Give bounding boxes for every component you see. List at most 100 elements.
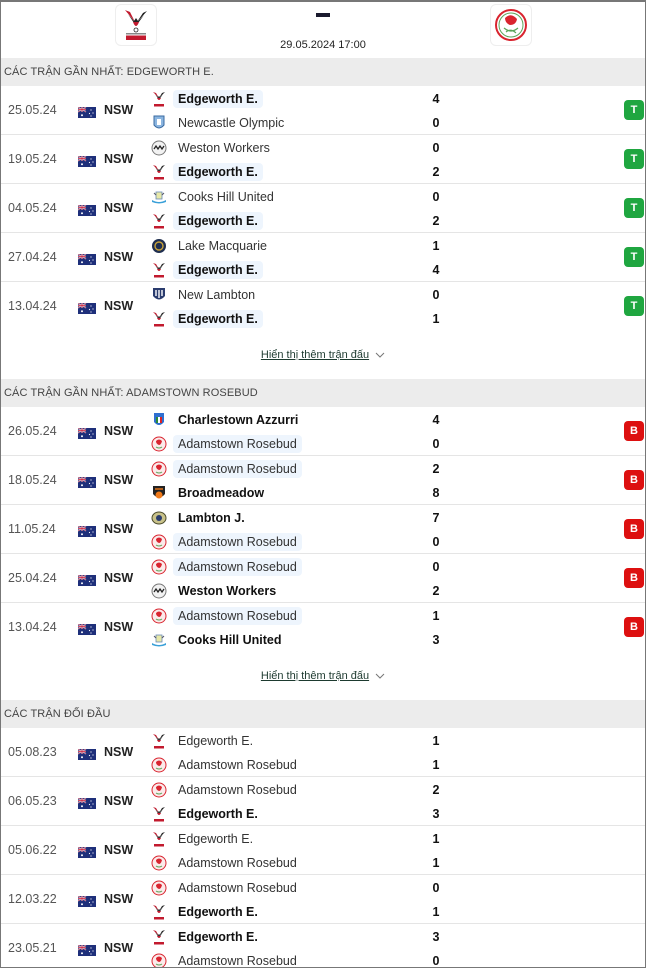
home-team[interactable]: Edgeworth E. [151, 88, 263, 110]
home-team[interactable]: Lake Macquarie [151, 235, 272, 257]
home-team[interactable]: Lambton J. [151, 507, 250, 529]
away-team[interactable]: Edgeworth E. [151, 210, 263, 232]
away-team[interactable]: Adamstown Rosebud [151, 531, 302, 553]
show-more-link[interactable]: Hiển thị thêm trận đấu [261, 670, 369, 682]
away-team[interactable]: Edgeworth E. [151, 161, 263, 183]
home-team-name[interactable]: Adamstown Rosebud [173, 460, 302, 478]
match-row[interactable]: 13.04.24 NSW Adamstown Rosebud 1 Cooks Hill … [1, 603, 645, 652]
away-team[interactable]: Adamstown Rosebud [151, 754, 302, 776]
away-team-name[interactable]: Edgeworth E. [173, 310, 263, 328]
australia-flag-icon [77, 426, 96, 439]
away-team[interactable]: Adamstown Rosebud [151, 852, 302, 874]
home-team-name[interactable]: Cooks Hill United [173, 188, 279, 206]
away-team-name[interactable]: Adamstown Rosebud [173, 435, 302, 453]
away-team-name[interactable]: Edgeworth E. [173, 903, 263, 921]
show-more-link[interactable]: Hiển thị thêm trận đấu [261, 349, 369, 361]
edgeworth-crest-icon [151, 164, 167, 180]
away-team-name[interactable]: Newcastle Olympic [173, 114, 289, 132]
match-date: 12.03.22 [8, 892, 57, 906]
chevron-down-icon[interactable] [375, 671, 385, 681]
home-team-name[interactable]: Lake Macquarie [173, 237, 272, 255]
home-team[interactable]: Adamstown Rosebud [151, 458, 302, 480]
away-team-name[interactable]: Edgeworth E. [173, 212, 263, 230]
away-team[interactable]: Edgeworth E. [151, 308, 263, 330]
weston-crest-icon [151, 583, 167, 599]
home-team-name[interactable]: Edgeworth E. [173, 732, 258, 750]
australia-flag-icon [77, 573, 96, 586]
australia-flag-icon [77, 943, 96, 956]
away-team-name[interactable]: Adamstown Rosebud [173, 533, 302, 551]
home-team-name[interactable]: Adamstown Rosebud [173, 607, 302, 625]
match-date: 25.04.24 [8, 571, 57, 585]
home-team-name[interactable]: Lambton J. [173, 509, 250, 527]
home-team[interactable]: Weston Workers [151, 137, 275, 159]
home-team-name[interactable]: Weston Workers [173, 139, 275, 157]
match-row[interactable]: 13.04.24 NSW New Lambton 0 Edgeworth E. 1 T [1, 282, 645, 331]
match-row[interactable]: 04.05.24 NSW Cooks Hill United 0 Edgeworth E… [1, 184, 645, 233]
match-row[interactable]: 25.05.24 NSW Edgeworth E. 4 Newcastle Olympi… [1, 86, 645, 135]
away-score: 1 [432, 905, 440, 919]
match-row[interactable]: 23.05.21 NSW Edgeworth E. 3 Adamstown Rosebu… [1, 924, 645, 967]
league-label: NSW [104, 620, 134, 634]
match-row[interactable]: 27.04.24 NSW Lake Macquarie 1 Edgeworth E. 4 T [1, 233, 645, 282]
away-team[interactable]: Edgeworth E. [151, 803, 263, 825]
away-team-logo[interactable] [490, 4, 532, 46]
home-team-name[interactable]: New Lambton [173, 286, 260, 304]
match-row[interactable]: 26.05.24 NSW Charlestown Azzurri 4 Adamstown… [1, 407, 645, 456]
match-row[interactable]: 05.06.22 NSW Edgeworth E. 1 Adamstown Rosebu… [1, 826, 645, 875]
match-row[interactable]: 06.05.23 NSW Adamstown Rosebud 2 Edgeworth E… [1, 777, 645, 826]
home-team[interactable]: Edgeworth E. [151, 828, 258, 850]
league-label: NSW [104, 892, 134, 906]
away-team[interactable]: Newcastle Olympic [151, 112, 289, 134]
home-team[interactable]: Edgeworth E. [151, 730, 258, 752]
match-row[interactable]: 12.03.22 NSW Adamstown Rosebud 0 Edgeworth E… [1, 875, 645, 924]
home-team[interactable]: Adamstown Rosebud [151, 556, 302, 578]
away-team[interactable]: Adamstown Rosebud [151, 433, 302, 455]
away-team-name[interactable]: Edgeworth E. [173, 163, 263, 181]
chevron-down-icon[interactable] [375, 350, 385, 360]
away-team-name[interactable]: Adamstown Rosebud [173, 854, 302, 872]
away-team[interactable]: Cooks Hill United [151, 629, 286, 651]
home-team[interactable]: New Lambton [151, 284, 260, 306]
league-label: NSW [104, 941, 134, 955]
home-team-name[interactable]: Adamstown Rosebud [173, 879, 302, 897]
win-badge: T [624, 100, 644, 120]
away-team-name[interactable]: Adamstown Rosebud [173, 756, 302, 774]
match-row[interactable]: 11.05.24 NSW Lambton J. 7 Adamstown Rosebud 0… [1, 505, 645, 554]
match-row[interactable]: 18.05.24 NSW Adamstown Rosebud 2 Broadmeadow… [1, 456, 645, 505]
away-team-name[interactable]: Weston Workers [173, 582, 281, 600]
away-team[interactable]: Edgeworth E. [151, 901, 263, 923]
league-label: NSW [104, 103, 134, 117]
home-team-name[interactable]: Adamstown Rosebud [173, 781, 302, 799]
away-team-name[interactable]: Broadmeadow [173, 484, 269, 502]
home-team-name[interactable]: Edgeworth E. [173, 928, 263, 946]
away-team-name[interactable]: Edgeworth E. [173, 805, 263, 823]
away-team-name[interactable]: Cooks Hill United [173, 631, 286, 649]
away-team[interactable]: Edgeworth E. [151, 259, 263, 281]
newlambton-crest-icon [151, 287, 167, 303]
home-team[interactable]: Cooks Hill United [151, 186, 279, 208]
away-team[interactable]: Adamstown Rosebud [151, 950, 302, 967]
home-team-name[interactable]: Edgeworth E. [173, 830, 258, 848]
match-row[interactable]: 25.04.24 NSW Adamstown Rosebud 0 Weston Work… [1, 554, 645, 603]
away-team[interactable]: Weston Workers [151, 580, 281, 602]
away-team-name[interactable]: Edgeworth E. [173, 261, 263, 279]
home-score: 1 [432, 239, 440, 253]
away-score: 3 [432, 807, 440, 821]
match-list: 05.08.23 NSW Edgeworth E. 1 Adamstown Rosebu… [1, 728, 645, 967]
home-team[interactable]: Charlestown Azzurri [151, 409, 303, 431]
home-team[interactable]: Adamstown Rosebud [151, 877, 302, 899]
home-team-name[interactable]: Edgeworth E. [173, 90, 263, 108]
home-team[interactable]: Edgeworth E. [151, 926, 263, 948]
match-row[interactable]: 05.08.23 NSW Edgeworth E. 1 Adamstown Rosebu… [1, 728, 645, 777]
match-row[interactable]: 19.05.24 NSW Weston Workers 0 Edgeworth E. 2 T [1, 135, 645, 184]
away-team-name[interactable]: Adamstown Rosebud [173, 952, 302, 967]
home-team[interactable]: Adamstown Rosebud [151, 605, 302, 627]
away-team[interactable]: Broadmeadow [151, 482, 269, 504]
section-header: CÁC TRẬN ĐỐI ĐẦU [1, 700, 645, 728]
home-team-name[interactable]: Adamstown Rosebud [173, 558, 302, 576]
australia-flag-icon [77, 796, 96, 809]
away-score: 3 [432, 633, 440, 647]
home-team[interactable]: Adamstown Rosebud [151, 779, 302, 801]
home-team-name[interactable]: Charlestown Azzurri [173, 411, 303, 429]
